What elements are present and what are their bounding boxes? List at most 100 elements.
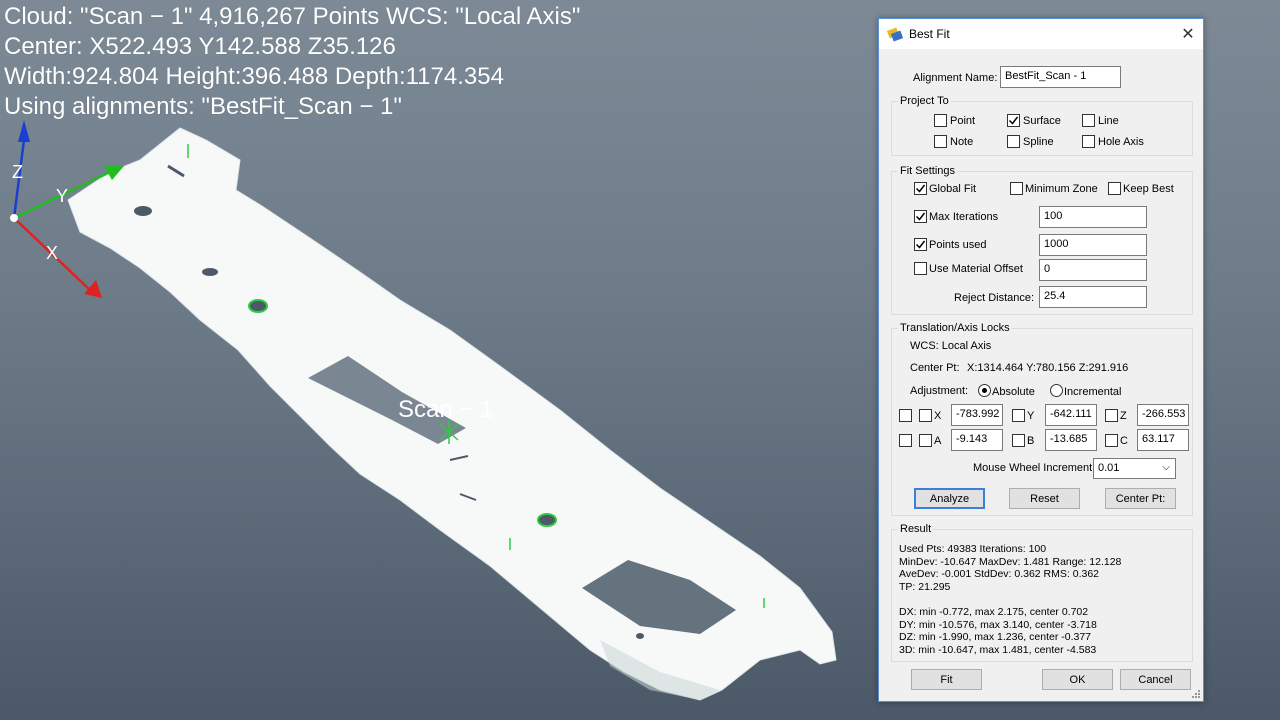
y-input[interactable]: -642.111 [1045, 404, 1097, 426]
c-checkbox[interactable] [1105, 434, 1118, 447]
fit-settings-label: Fit Settings [898, 165, 958, 177]
alignment-name-label: Alignment Name: [913, 72, 998, 84]
keep-best-checkbox[interactable] [1108, 182, 1121, 195]
x-label: X [934, 410, 942, 422]
result-text: Used Pts: 49383 Iterations: 100 MinDev: … [899, 543, 1121, 656]
surface-checkbox[interactable] [1007, 114, 1020, 127]
minimum-zone-label: Minimum Zone [1025, 183, 1098, 195]
reject-distance-input[interactable]: 25.4 [1039, 286, 1147, 308]
note-checkbox[interactable] [934, 135, 947, 148]
resize-grip-icon[interactable] [1191, 689, 1201, 699]
chevron-down-icon: ⌵ [1162, 462, 1170, 473]
result-line: DY: min -10.576, max 3.140, center -3.71… [899, 618, 1097, 631]
center-pt-button[interactable]: Center Pt: [1105, 488, 1176, 509]
max-iterations-checkbox[interactable] [914, 210, 927, 223]
result-line: DZ: min -1.990, max 1.236, center -0.377 [899, 631, 1092, 644]
absolute-label: Absolute [992, 386, 1035, 398]
project-to-label: Project To [898, 95, 951, 107]
result-line: Used Pts: 49383 Iterations: 100 [899, 543, 1047, 555]
center-pt-label: Center Pt: [910, 362, 960, 374]
result-line [899, 593, 1121, 606]
global-fit-label: Global Fit [929, 183, 977, 195]
dimensions-info-line: Width:924.804 Height:396.488 Depth:1174.… [4, 63, 504, 90]
cancel-button[interactable]: Cancel [1120, 669, 1191, 690]
b-checkbox[interactable] [1012, 434, 1025, 447]
point-label: Point [950, 115, 976, 127]
hole [636, 633, 644, 639]
material-offset-input[interactable]: 0 [1039, 259, 1147, 281]
keep-best-label: Keep Best [1123, 183, 1174, 195]
y-checkbox[interactable] [1012, 409, 1025, 422]
dialog-title: Best Fit [909, 27, 950, 41]
scan-label: Scan − 1 [398, 396, 494, 423]
dialog-titlebar[interactable]: Best Fit ✕ [879, 19, 1203, 49]
hole-highlighted [537, 513, 557, 527]
x-input[interactable]: -783.992 [951, 404, 1003, 426]
points-used-checkbox[interactable] [914, 238, 927, 251]
center-info-line: Center: X522.493 Y142.588 Z35.126 [4, 33, 396, 60]
b-input[interactable]: -13.685 [1045, 429, 1097, 451]
result-label: Result [898, 523, 934, 535]
spline-checkbox[interactable] [1007, 135, 1020, 148]
fit-button[interactable]: Fit [911, 669, 982, 690]
hole [134, 206, 152, 216]
c-label: C [1120, 435, 1128, 447]
hole-axis-label: Hole Axis [1098, 136, 1144, 148]
max-iterations-input[interactable]: 100 [1039, 206, 1147, 228]
result-line: DX: min -0.772, max 2.175, center 0.702 [899, 605, 1089, 618]
point-checkbox[interactable] [934, 114, 947, 127]
minimum-zone-checkbox[interactable] [1010, 182, 1023, 195]
material-offset-label: Use Material Offset [929, 263, 1023, 275]
z-checkbox[interactable] [1105, 409, 1118, 422]
mouse-wheel-select[interactable]: 0.01 ⌵ [1093, 458, 1176, 479]
x-lock-checkbox[interactable] [899, 409, 912, 422]
result-line: TP: 21.295 [899, 580, 951, 593]
hole [202, 268, 218, 276]
wcs-label: WCS: Local Axis [910, 340, 992, 352]
ok-button[interactable]: OK [1042, 669, 1113, 690]
reject-distance-label: Reject Distance: [954, 292, 1035, 304]
x-checkbox[interactable] [919, 409, 932, 422]
c-input[interactable]: 63.117 [1137, 429, 1189, 451]
best-fit-dialog: Best Fit ✕ Alignment Name: BestFit_Scan … [878, 18, 1204, 702]
points-used-label: Points used [929, 239, 987, 251]
mouse-wheel-value: 0.01 [1098, 462, 1120, 474]
b-label: B [1027, 435, 1035, 447]
a-label: A [934, 435, 942, 447]
points-used-input[interactable]: 1000 [1039, 234, 1147, 256]
global-fit-checkbox[interactable] [914, 182, 927, 195]
reset-button[interactable]: Reset [1009, 488, 1080, 509]
line-checkbox[interactable] [1082, 114, 1095, 127]
close-icon[interactable]: ✕ [1173, 19, 1203, 49]
a-checkbox[interactable] [919, 434, 932, 447]
spline-label: Spline [1023, 136, 1054, 148]
a-input[interactable]: -9.143 [951, 429, 1003, 451]
alignments-info-line: Using alignments: "BestFit_Scan − 1" [4, 93, 402, 120]
result-line: MinDev: -10.647 MaxDev: 1.481 Range: 12.… [899, 555, 1122, 568]
hole-highlighted [248, 299, 268, 313]
surface-label: Surface [1023, 115, 1061, 127]
incremental-label: Incremental [1064, 386, 1122, 398]
cloud-info-line: Cloud: "Scan − 1" 4,916,267 Points WCS: … [4, 3, 581, 30]
alignment-name-input[interactable]: BestFit_Scan - 1 [1000, 66, 1121, 88]
incremental-radio[interactable] [1050, 384, 1063, 397]
analyze-button[interactable]: Analyze [914, 488, 985, 509]
a-lock-checkbox[interactable] [899, 434, 912, 447]
x-axis-label: X [46, 243, 59, 263]
z-label: Z [1120, 410, 1127, 422]
axis-locks-label: Translation/Axis Locks [898, 322, 1012, 334]
adjustment-label: Adjustment: [910, 385, 969, 397]
result-line: 3D: min -10.647, max 1.481, center -4.58… [899, 643, 1097, 656]
line-label: Line [1098, 115, 1119, 127]
y-label: Y [1027, 410, 1035, 422]
y-axis-label: Y [56, 186, 69, 206]
absolute-radio[interactable] [978, 384, 991, 397]
hole-axis-checkbox[interactable] [1082, 135, 1095, 148]
cloud-info-overlay: Cloud: "Scan − 1" 4,916,267 Points WCS: … [4, 2, 580, 122]
result-line: AveDev: -0.001 StdDev: 0.362 RMS: 0.362 [899, 568, 1100, 581]
material-offset-checkbox[interactable] [914, 262, 927, 275]
note-label: Note [950, 136, 974, 148]
z-input[interactable]: -266.553 [1137, 404, 1189, 426]
mouse-wheel-label: Mouse Wheel Increment [973, 462, 1093, 474]
center-pt-value: X:1314.464 Y:780.156 Z:291.916 [967, 362, 1129, 374]
